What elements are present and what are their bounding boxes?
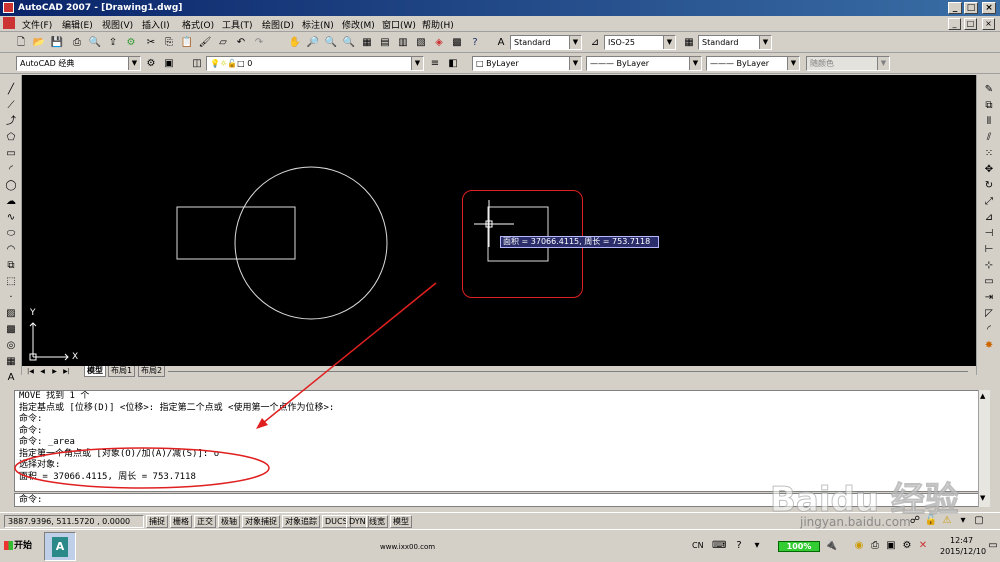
coordinate-readout: 3887.9396, 511.5720 , 0.0000 — [4, 515, 144, 528]
menu-tray-icon[interactable]: ▾ — [750, 539, 764, 553]
clock-date: 2015/12/10 — [940, 547, 987, 556]
clean-screen-icon[interactable]: ▢ — [972, 514, 986, 528]
toggle-otrack[interactable]: 对象追踪 — [282, 515, 320, 528]
toggle-osnap[interactable]: 对象捕捉 — [242, 515, 280, 528]
start-button[interactable]: 开始 — [2, 536, 38, 556]
tray-app-icon[interactable]: ◉ — [852, 539, 866, 553]
toggle-model[interactable]: 模型 — [390, 515, 412, 528]
baidu-watermark-logo: Baidu 经验 — [770, 480, 960, 521]
baidu-watermark-url: jingyan.baidu.com — [800, 515, 911, 529]
network-icon[interactable]: ✕ — [916, 539, 930, 553]
annotation-arrow-line — [257, 282, 437, 428]
toggle-lineweight[interactable]: 线宽 — [366, 515, 388, 528]
windows-logo-icon — [4, 541, 13, 550]
tray-app-icon[interactable]: ⚙ — [900, 539, 914, 553]
annotation-ellipse — [14, 447, 270, 489]
help-tray-icon[interactable]: ? — [732, 539, 746, 553]
keyboard-icon[interactable]: ⌨ — [712, 539, 726, 553]
battery-indicator[interactable]: 100% — [778, 541, 820, 552]
autocad-icon: A — [52, 537, 68, 557]
watermark-url: www.ixx00.com — [380, 543, 436, 551]
toggle-grid[interactable]: 栅格 — [170, 515, 192, 528]
show-desktop-icon[interactable]: ▭ — [986, 539, 1000, 553]
toggle-snap[interactable]: 捕捉 — [146, 515, 168, 528]
toggle-ortho[interactable]: 正交 — [194, 515, 216, 528]
language-indicator[interactable]: CN — [692, 541, 704, 550]
tray-app-icon[interactable]: ▣ — [884, 539, 898, 553]
toggle-polar[interactable]: 极轴 — [218, 515, 240, 528]
taskbar-autocad-button[interactable]: A — [44, 532, 76, 561]
power-plug-icon[interactable]: 🔌 — [824, 539, 838, 553]
taskbar: 开始 A www.ixx00.com CN ⌨ ? ▾ 100% 🔌 ◉ ⎙ ▣… — [0, 529, 1000, 562]
clock-time: 12:47 — [950, 536, 974, 545]
tray-app-icon[interactable]: ⎙ — [868, 539, 882, 553]
